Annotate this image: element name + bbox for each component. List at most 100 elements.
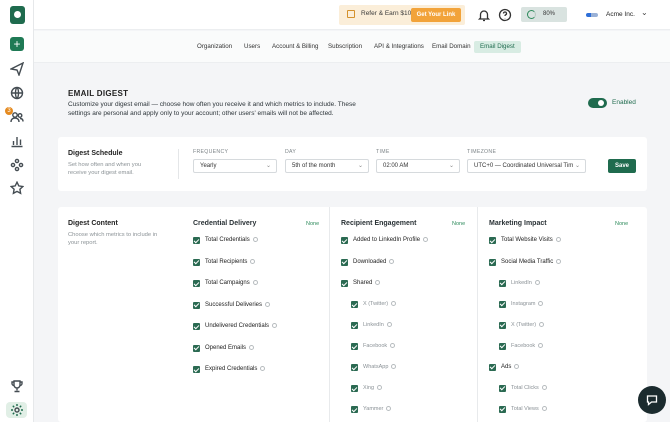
tab-subscription[interactable]: Subscription [322, 41, 368, 53]
checkbox-checked-icon[interactable] [341, 237, 348, 244]
tab-organization[interactable]: Organization [191, 41, 238, 53]
info-icon[interactable] [250, 258, 256, 264]
info-icon[interactable] [538, 342, 544, 348]
chart-icon[interactable] [10, 134, 24, 148]
add-icon[interactable]: + [10, 37, 24, 51]
info-icon[interactable] [541, 405, 547, 411]
metric-label-text: Total Website Visits [501, 237, 553, 244]
checkbox-checked-icon[interactable] [499, 321, 506, 329]
chevron-down-icon: ⌄ [265, 163, 271, 169]
info-icon[interactable] [514, 363, 520, 369]
send-icon[interactable] [8, 61, 25, 78]
column-title: Recipient Engagement [341, 220, 417, 227]
metric-label: Total Campaigns [205, 280, 258, 287]
page-title: EMAIL DIGEST [68, 89, 129, 98]
checkbox-checked-icon[interactable] [499, 384, 506, 392]
metric-label: Instagram [511, 300, 544, 308]
timezone-select[interactable]: UTC+0 — Coordinated Universal Time ⌄ [467, 159, 586, 173]
settings-icon[interactable] [10, 403, 24, 417]
info-icon[interactable] [555, 237, 561, 242]
info-icon[interactable] [534, 279, 540, 285]
checkbox-checked-icon[interactable] [489, 363, 496, 371]
checkbox-checked-icon[interactable] [193, 344, 200, 352]
chevron-down-icon: ⌄ [641, 8, 648, 17]
checkbox-checked-icon[interactable] [341, 280, 348, 287]
info-icon[interactable] [389, 258, 395, 264]
checkbox-checked-icon[interactable] [499, 342, 506, 350]
info-icon[interactable] [375, 280, 381, 285]
integrations-icon[interactable] [10, 158, 24, 172]
info-icon[interactable] [391, 301, 397, 307]
info-icon[interactable] [252, 280, 258, 285]
checkbox-checked-icon[interactable] [499, 300, 506, 308]
metric-label-text: Downloaded [353, 258, 387, 265]
app-logo-icon[interactable] [10, 6, 25, 24]
day-select[interactable]: 5th of the month ⌄ [285, 159, 369, 173]
checkbox-checked-icon[interactable] [193, 366, 200, 373]
checkbox-checked-icon[interactable] [489, 258, 496, 266]
metric-label: Yammer [363, 406, 392, 413]
checkbox-checked-icon[interactable] [193, 301, 200, 309]
checkbox-checked-icon[interactable] [193, 323, 200, 330]
metric-label: LinkedIn [511, 280, 540, 287]
metric-label-text: WhatsApp [363, 364, 389, 370]
globe-icon[interactable] [10, 86, 24, 100]
setup-progress[interactable]: 80% [521, 7, 567, 22]
tab-email-domain[interactable]: Email Domain [426, 41, 477, 53]
info-icon[interactable] [252, 237, 258, 242]
checkbox-checked-icon[interactable] [351, 343, 358, 350]
info-icon[interactable] [538, 300, 544, 306]
tab-account-billing[interactable]: Account & Billing [266, 41, 324, 53]
select-none-link[interactable]: None [615, 221, 628, 227]
checkbox-checked-icon[interactable] [351, 406, 358, 413]
bell-icon[interactable] [477, 8, 491, 22]
info-icon[interactable] [541, 384, 547, 390]
checkbox-checked-icon[interactable] [499, 279, 506, 287]
trophy-icon[interactable] [10, 379, 24, 393]
info-icon[interactable] [386, 406, 392, 412]
frequency-select[interactable]: Yearly ⌄ [193, 159, 277, 173]
help-icon[interactable] [498, 8, 512, 22]
checkbox-checked-icon[interactable] [499, 405, 506, 413]
info-icon[interactable] [391, 364, 397, 370]
checkbox-checked-icon[interactable] [351, 301, 358, 308]
checkbox-checked-icon[interactable] [489, 237, 496, 244]
digest-enabled-toggle[interactable] [588, 98, 607, 108]
metric-label-text: Total Recipients [205, 258, 248, 265]
get-link-button[interactable]: Get Your Link [411, 8, 461, 22]
select-none-link[interactable]: None [306, 221, 319, 227]
metric-label-text: Total Credentials [205, 237, 250, 244]
info-icon[interactable] [265, 301, 271, 307]
checkbox-checked-icon[interactable] [193, 280, 200, 287]
checkbox-checked-icon[interactable] [351, 322, 358, 329]
info-icon[interactable] [272, 323, 278, 328]
info-icon[interactable] [423, 237, 429, 242]
checkbox-checked-icon[interactable] [193, 258, 200, 266]
tab-email-digest[interactable]: Email Digest [474, 41, 521, 53]
info-icon[interactable] [249, 344, 255, 350]
checkbox-checked-icon[interactable] [351, 385, 358, 392]
time-select[interactable]: 02:00 AM ⌄ [376, 159, 460, 173]
star-icon[interactable] [9, 180, 25, 195]
checkbox-checked-icon[interactable] [351, 364, 358, 371]
tab-users[interactable]: Users [238, 41, 266, 53]
info-icon[interactable] [556, 258, 562, 264]
chat-support-button[interactable] [638, 386, 666, 414]
select-none-link[interactable]: None [452, 221, 465, 227]
info-icon[interactable] [539, 321, 545, 327]
save-button[interactable]: Save [608, 159, 636, 173]
tab-api-integrations[interactable]: API & Integrations [368, 41, 430, 53]
info-icon[interactable] [377, 385, 383, 391]
org-switcher[interactable]: Acme Inc. ⌄ [583, 8, 667, 22]
metric-label-text: Xing [363, 385, 375, 391]
frequency-value: Yearly [200, 163, 217, 169]
metric-label-text: Total Views [511, 405, 539, 412]
info-icon[interactable] [260, 366, 266, 371]
checkbox-checked-icon[interactable] [193, 237, 200, 244]
info-icon[interactable] [390, 343, 396, 349]
metric-label-text: Shared [353, 280, 373, 287]
checkbox-checked-icon[interactable] [341, 258, 348, 266]
metric-label: Ads [501, 363, 520, 371]
metric-label-text: Facebook [511, 342, 536, 349]
info-icon[interactable] [386, 322, 392, 328]
